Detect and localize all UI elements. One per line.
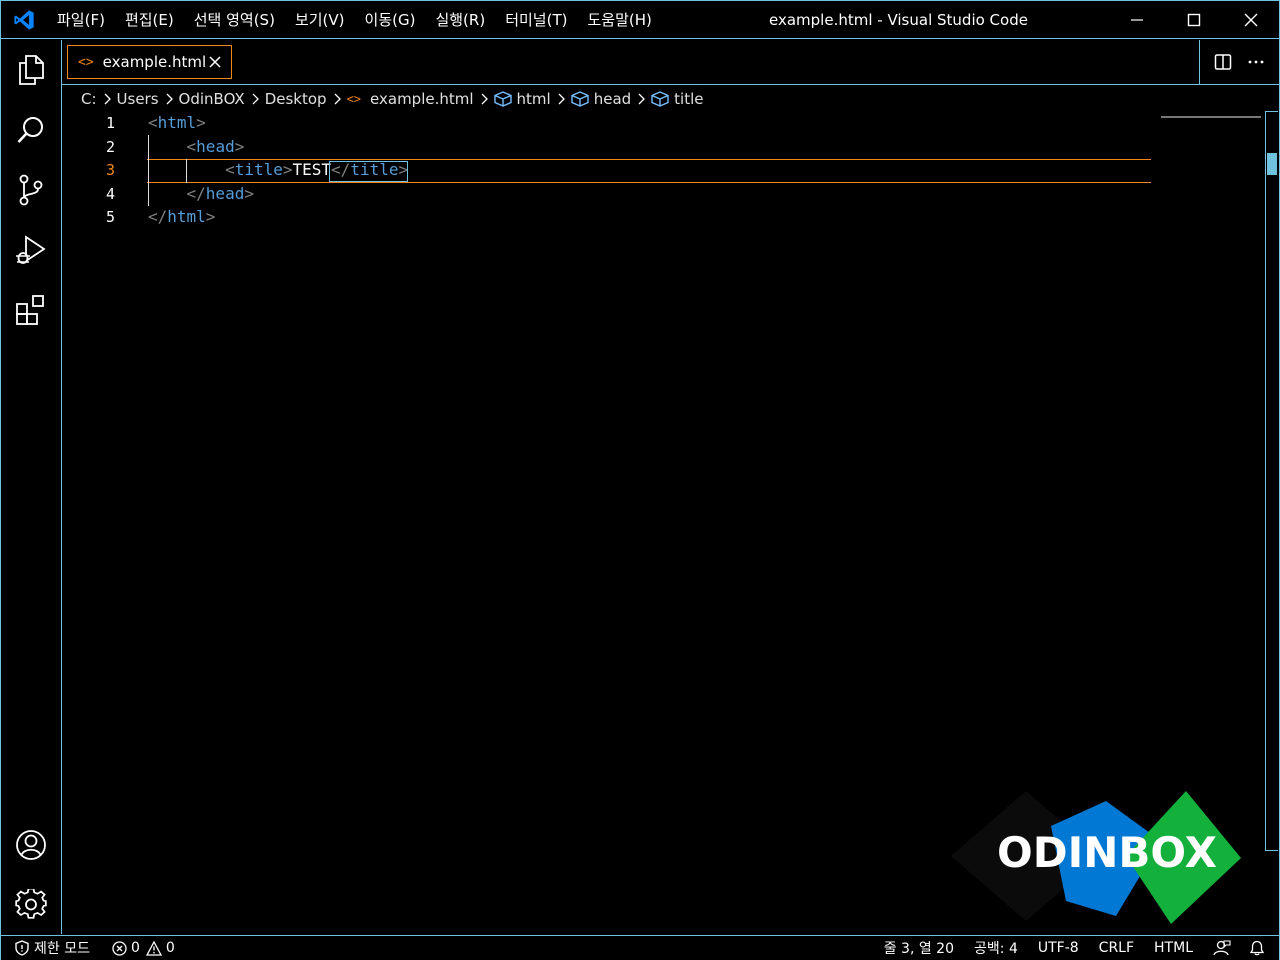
tab-example-html[interactable]: <> example.html [67,45,232,79]
breadcrumb-desktop[interactable]: Desktop [265,90,327,108]
watermark-text: ODINBOX [997,828,1217,877]
code-line: </html> [148,207,216,226]
status-bar-right: 줄 3, 열 20 공백: 4 UTF-8 CRLF HTML [874,936,1279,960]
tab-close-button[interactable] [206,53,224,71]
line-number: 2 [105,137,115,156]
menu-bar: 파일(F) 편집(E) 선택 영역(S) 보기(V) 이동(G) 실행(R) 터… [47,1,662,39]
feedback-person-icon [1213,940,1231,956]
code-line: <head> [186,136,245,156]
shield-icon [15,940,29,956]
minimize-icon [1130,19,1143,21]
chevron-right-icon [556,93,566,105]
cursor-position[interactable]: 줄 3, 열 20 [874,936,964,960]
menu-run[interactable]: 실행(R) [425,1,495,39]
account-icon[interactable] [1,815,61,875]
window-title: example.html - Visual Studio Code [769,11,1028,29]
notifications-button[interactable] [1241,936,1279,960]
bracket-match-highlight [329,161,408,182]
close-icon [209,56,221,68]
chevron-right-icon [250,93,260,105]
settings-gear-icon[interactable] [1,875,61,935]
error-icon [112,940,127,956]
warning-icon [145,940,162,956]
breadcrumb-file[interactable]: <> example.html [347,90,474,108]
feedback-button[interactable] [1203,936,1241,960]
extensions-icon[interactable] [1,280,61,340]
chevron-right-icon [332,93,342,105]
split-editor-button[interactable] [1210,49,1236,75]
menu-view[interactable]: 보기(V) [285,1,355,39]
explorer-icon[interactable] [1,40,61,100]
more-actions-button[interactable] [1243,49,1269,75]
odinbox-watermark: ODINBOX [951,786,1241,936]
ellipsis-icon [1248,60,1264,64]
menu-help[interactable]: 도움말(H) [577,1,661,39]
maximize-button[interactable] [1165,1,1222,39]
close-window-button[interactable] [1222,1,1279,39]
menu-go[interactable]: 이동(G) [355,1,426,39]
breadcrumb-head[interactable]: head [571,90,631,108]
restricted-mode-indicator[interactable]: 제한 모드 [1,936,98,960]
symbol-element-icon [571,91,589,107]
activity-bar [1,40,62,934]
chevron-right-icon [479,93,489,105]
symbol-element-icon [651,91,669,107]
source-control-icon[interactable] [1,160,61,220]
minimap-overview[interactable] [1161,116,1261,118]
language-mode[interactable]: HTML [1144,936,1203,960]
editor-actions [1199,40,1279,84]
chevron-right-icon [102,93,112,105]
line-number: 5 [105,208,115,226]
split-editor-icon [1214,54,1231,70]
indentation-setting[interactable]: 공백: 4 [964,936,1028,960]
close-icon [1244,13,1257,27]
eol-setting[interactable]: CRLF [1089,936,1144,960]
html-file-icon: <> [78,54,94,70]
symbol-element-icon [493,91,512,107]
line-number: 1 [105,114,115,132]
breadcrumb-drive[interactable]: C: [81,90,97,108]
breadcrumb-odinbox[interactable]: OdinBOX [179,90,245,108]
html-file-icon: <> [346,92,362,106]
breadcrumb: C: Users OdinBOX Desktop <> example.html… [81,87,703,111]
line-number: 4 [105,184,115,203]
tab-label: example.html [102,53,207,71]
minimize-button[interactable] [1108,1,1165,39]
breadcrumb-users[interactable]: Users [117,90,159,108]
bell-icon [1249,940,1265,956]
window-controls [1108,1,1279,39]
title-bar: 파일(F) 편집(E) 선택 영역(S) 보기(V) 이동(G) 실행(R) 터… [1,1,1279,39]
scrollbar-cursor-marker [1267,153,1277,175]
maximize-icon [1187,13,1200,27]
menu-selection[interactable]: 선택 영역(S) [184,1,285,39]
vertical-scrollbar[interactable] [1265,111,1278,851]
bracket-match-end [400,161,408,182]
run-debug-icon[interactable] [1,220,61,280]
menu-file[interactable]: 파일(F) [47,1,115,39]
code-line: <html> [148,113,206,132]
code-line: </head> [186,183,254,203]
search-icon[interactable] [1,100,61,160]
vscode-logo-icon [1,1,47,39]
line-number-active: 3 [105,161,115,179]
breadcrumb-title[interactable]: title [651,90,703,108]
encoding-setting[interactable]: UTF-8 [1028,936,1089,960]
chevron-right-icon [636,93,646,105]
chevron-right-icon [164,93,174,105]
menu-edit[interactable]: 편집(E) [115,1,184,39]
status-bar: 제한 모드 0 0 줄 3, 열 20 공백: 4 UTF-8 CRLF HTM… [1,935,1279,960]
breadcrumb-html[interactable]: html [493,90,551,108]
tab-bar: <> example.html [62,40,1279,85]
problems-indicator[interactable]: 0 0 [104,936,183,960]
menu-terminal[interactable]: 터미널(T) [495,1,577,39]
vscode-window: 파일(F) 편집(E) 선택 영역(S) 보기(V) 이동(G) 실행(R) 터… [0,0,1280,960]
